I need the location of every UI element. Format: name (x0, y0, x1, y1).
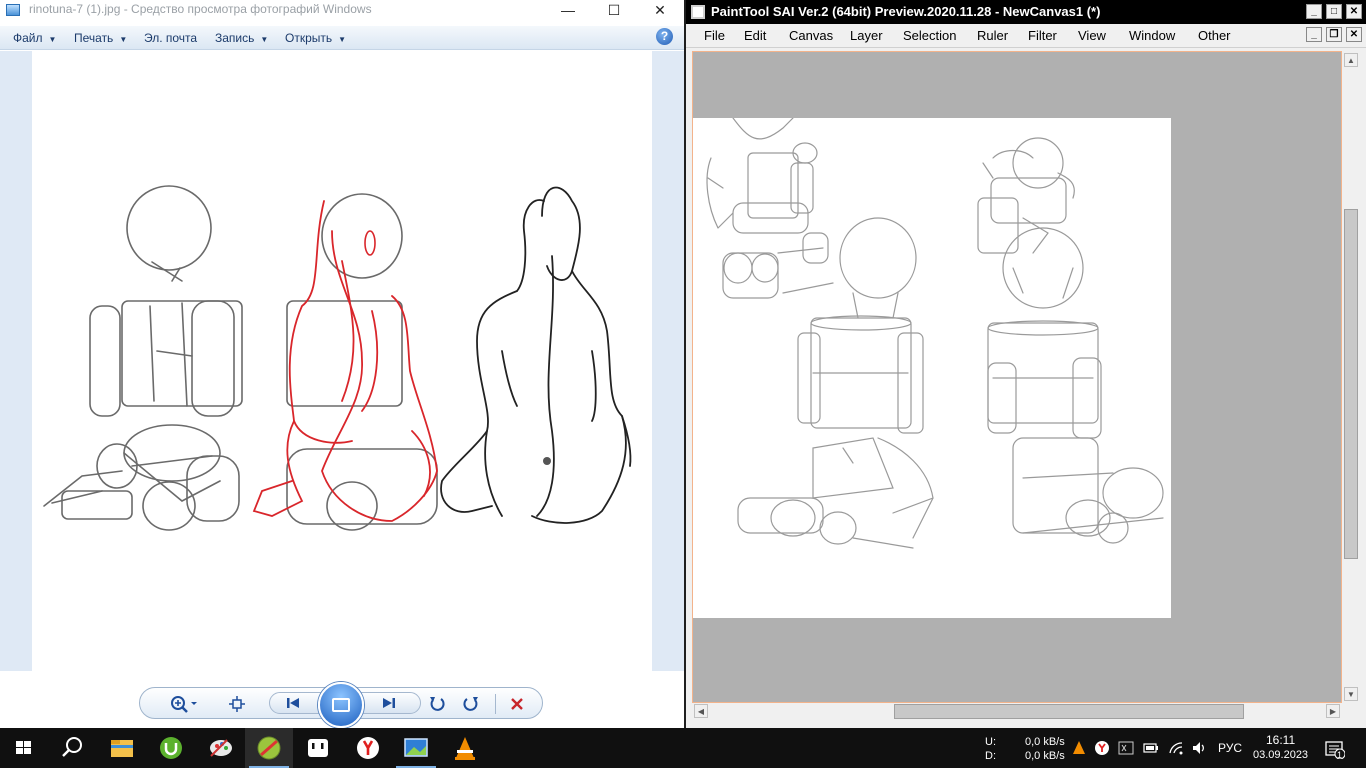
language-indicator[interactable]: РУС (1218, 741, 1242, 755)
network-download-label: D: (985, 750, 996, 762)
sai-minimize-button[interactable]: _ (1306, 4, 1322, 19)
menu-email[interactable]: Эл. почта (144, 31, 197, 45)
menu-file-label: Файл (13, 31, 43, 45)
sai-menu-ruler[interactable]: Ruler (977, 28, 1008, 43)
volume-icon[interactable] (1191, 740, 1207, 756)
menu-file[interactable]: Файл ▼ (13, 31, 56, 45)
slideshow-screen (332, 698, 350, 712)
windows-start-icon[interactable] (0, 728, 48, 768)
network-download-speed: 0,0 kB/s (1025, 750, 1065, 762)
scroll-down-icon[interactable]: ▼ (1344, 687, 1358, 701)
utorrent-icon[interactable] (147, 728, 195, 768)
viewer-bottom-toolbar (0, 671, 684, 728)
canvas-workarea[interactable] (692, 51, 1342, 703)
toolbar-divider (495, 694, 496, 714)
notifications-count: 1 (1337, 750, 1343, 760)
menu-print[interactable]: Печать ▼ (74, 31, 127, 45)
rotate-right-icon[interactable] (460, 694, 482, 714)
sai-menu-file[interactable]: File (704, 28, 725, 43)
wifi-icon[interactable] (1168, 740, 1184, 756)
menu-open[interactable]: Открыть ▼ (285, 31, 346, 45)
doc-close-button[interactable]: ✕ (1346, 27, 1362, 42)
painttool-sai-window: PaintTool SAI Ver.2 (64bit) Preview.2020… (684, 0, 1366, 728)
photo-viewer-icon[interactable] (392, 728, 440, 768)
scroll-right-icon[interactable]: ▶ (1326, 704, 1340, 718)
paint-tool-icon[interactable] (245, 728, 293, 768)
xd-tray-icon[interactable] (1118, 740, 1134, 756)
menu-open-label: Открыть (285, 31, 333, 45)
menu-email-label: Эл. почта (144, 31, 198, 45)
battery-icon[interactable] (1143, 740, 1159, 756)
sai-menu-layer[interactable]: Layer (850, 28, 883, 43)
clock-date[interactable]: 03.09.2023 (1253, 749, 1308, 761)
vlc-icon[interactable] (441, 728, 489, 768)
horizontal-scrollbar[interactable]: ◀ ▶ (692, 703, 1342, 720)
notepad-icon[interactable] (294, 728, 342, 768)
help-icon[interactable]: ? (656, 28, 673, 45)
minimize-button[interactable]: — (545, 0, 591, 22)
network-upload-speed: 0,0 kB/s (1025, 736, 1065, 748)
horizontal-scroll-thumb[interactable] (894, 704, 1244, 719)
chevron-down-icon: ▼ (260, 35, 269, 44)
canvas-sketch (706, 117, 1164, 549)
vlc-tray-icon[interactable] (1071, 740, 1087, 756)
doc-restore-button[interactable]: ❐ (1326, 27, 1342, 42)
menu-burn-label: Запись (215, 31, 255, 45)
yandex-tray-icon[interactable] (1094, 740, 1110, 756)
maximize-button[interactable]: ☐ (591, 0, 637, 22)
sai-menu-selection[interactable]: Selection (903, 28, 956, 43)
image-stage (0, 51, 684, 671)
zoom-icon[interactable] (168, 694, 200, 714)
fit-window-icon[interactable] (226, 694, 248, 714)
chevron-down-icon: ▼ (119, 35, 128, 44)
doc-minimize-button[interactable]: _ (1306, 27, 1322, 42)
slideshow-icon[interactable] (318, 682, 364, 728)
menu-print-label: Печать (74, 31, 114, 45)
sai-menu-filter[interactable]: Filter (1028, 28, 1057, 43)
scroll-up-icon[interactable]: ▲ (1344, 53, 1358, 67)
delete-icon[interactable] (506, 694, 528, 714)
viewer-titlebar: rinotuna-7 (1).jpg - Средство просмотра … (0, 0, 684, 22)
sai-close-button[interactable]: ✕ (1346, 4, 1362, 19)
sai-window-title: PaintTool SAI Ver.2 (64bit) Preview.2020… (711, 4, 1101, 19)
sai-menubar: File Edit Canvas Layer Selection Ruler F… (686, 24, 1366, 48)
vertical-scroll-thumb[interactable] (1344, 209, 1358, 559)
photo-viewer-window: rinotuna-7 (1).jpg - Средство просмотра … (0, 0, 684, 728)
chevron-down-icon: ▼ (338, 35, 347, 44)
search-icon[interactable] (48, 728, 96, 768)
drawing-canvas[interactable] (693, 117, 1171, 618)
yandex-browser-icon[interactable] (344, 728, 392, 768)
network-upload-label: U: (985, 736, 996, 748)
previous-icon[interactable] (282, 693, 304, 713)
displayed-image[interactable] (32, 51, 652, 671)
rotate-left-icon[interactable] (426, 694, 448, 714)
sai-menu-view[interactable]: View (1078, 28, 1106, 43)
sai-menu-other[interactable]: Other (1198, 28, 1231, 43)
sai-menu-canvas[interactable]: Canvas (789, 28, 833, 43)
clock-time[interactable]: 16:11 (1266, 733, 1295, 747)
next-icon[interactable] (378, 693, 400, 713)
sai-app-icon (691, 5, 705, 19)
sai-titlebar: PaintTool SAI Ver.2 (64bit) Preview.2020… (686, 0, 1366, 24)
scroll-left-icon[interactable]: ◀ (694, 704, 708, 718)
chevron-down-icon: ▼ (48, 35, 57, 44)
paint-icon[interactable] (197, 728, 245, 768)
menu-burn[interactable]: Запись ▼ (215, 31, 268, 45)
vertical-scrollbar[interactable]: ▲ ▼ (1342, 51, 1360, 703)
viewer-menubar: Файл ▼ Печать ▼ Эл. почта Запись ▼ Открыть ▼… (0, 26, 684, 50)
close-button[interactable]: ✕ (637, 0, 683, 22)
taskbar: U: D: 0,0 kB/s 0,0 kB/s РУС 16:11 03.09.… (0, 728, 1366, 768)
file-explorer-icon[interactable] (98, 728, 146, 768)
sai-maximize-button[interactable]: □ (1326, 4, 1342, 19)
sai-menu-window[interactable]: Window (1129, 28, 1175, 43)
sai-menu-edit[interactable]: Edit (744, 28, 766, 43)
photo-viewer-app-icon (6, 4, 20, 16)
kneeling-figures-sketch (43, 185, 632, 531)
viewer-window-title: rinotuna-7 (1).jpg - Средство просмотра … (29, 2, 372, 16)
